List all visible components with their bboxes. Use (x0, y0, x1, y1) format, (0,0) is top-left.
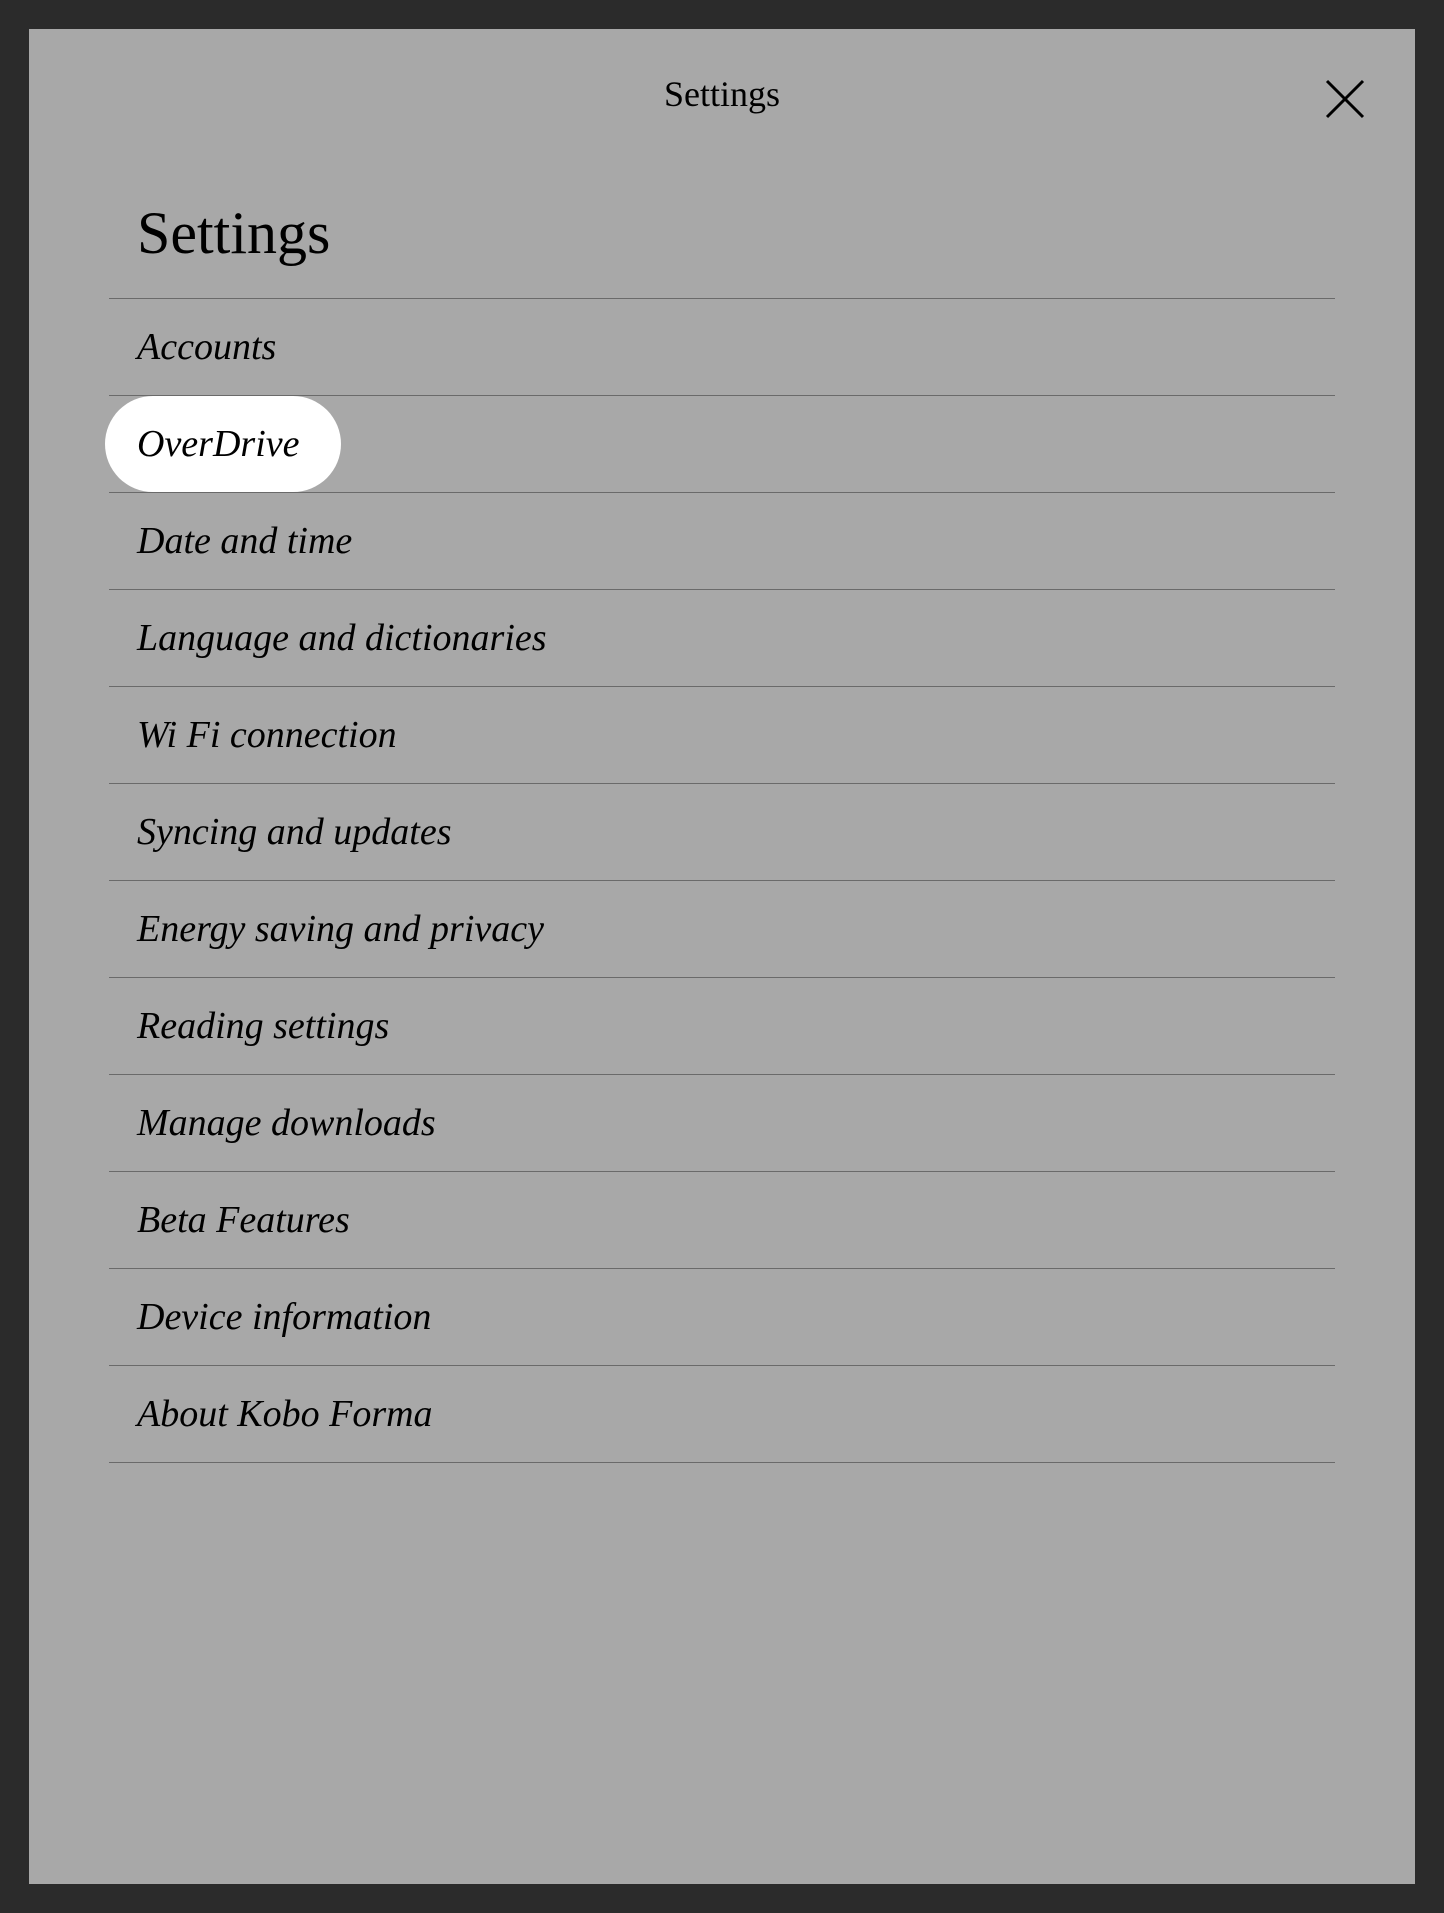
settings-item-energy[interactable]: Energy saving and privacy (109, 881, 1335, 978)
settings-item-sync[interactable]: Syncing and updates (109, 784, 1335, 881)
settings-item-label: Beta Features (109, 1172, 384, 1268)
content: Settings Accounts OverDrive Date and tim… (29, 159, 1415, 1463)
settings-item-language[interactable]: Language and dictionaries (109, 590, 1335, 687)
settings-item-reading[interactable]: Reading settings (109, 978, 1335, 1075)
settings-item-accounts[interactable]: Accounts (109, 299, 1335, 396)
settings-item-overdrive[interactable]: OverDrive (109, 396, 1335, 493)
settings-item-date-time[interactable]: Date and time (109, 493, 1335, 590)
settings-item-beta[interactable]: Beta Features (109, 1172, 1335, 1269)
settings-item-label: Energy saving and privacy (109, 881, 578, 977)
settings-list: Accounts OverDrive Date and time Languag… (109, 299, 1335, 1463)
settings-screen: Settings Settings Accounts OverDrive Dat… (29, 29, 1415, 1884)
settings-item-label: Accounts (109, 299, 310, 395)
settings-item-downloads[interactable]: Manage downloads (109, 1075, 1335, 1172)
close-icon (1323, 77, 1367, 121)
page-title: Settings (109, 159, 1335, 299)
settings-item-label: Reading settings (109, 978, 423, 1074)
settings-item-device-info[interactable]: Device information (109, 1269, 1335, 1366)
settings-item-label: About Kobo Forma (109, 1366, 467, 1462)
settings-item-label: Syncing and updates (109, 784, 486, 880)
settings-item-about[interactable]: About Kobo Forma (109, 1366, 1335, 1463)
settings-item-label: Wi Fi connection (109, 687, 431, 783)
settings-item-label: Device information (109, 1269, 465, 1365)
settings-item-label: Language and dictionaries (109, 590, 581, 686)
header: Settings (29, 29, 1415, 159)
settings-item-label: Date and time (109, 493, 386, 589)
header-title: Settings (664, 73, 780, 115)
settings-item-label: OverDrive (105, 396, 341, 492)
settings-item-label: Manage downloads (109, 1075, 470, 1171)
settings-item-wifi[interactable]: Wi Fi connection (109, 687, 1335, 784)
close-button[interactable] (1323, 77, 1367, 121)
